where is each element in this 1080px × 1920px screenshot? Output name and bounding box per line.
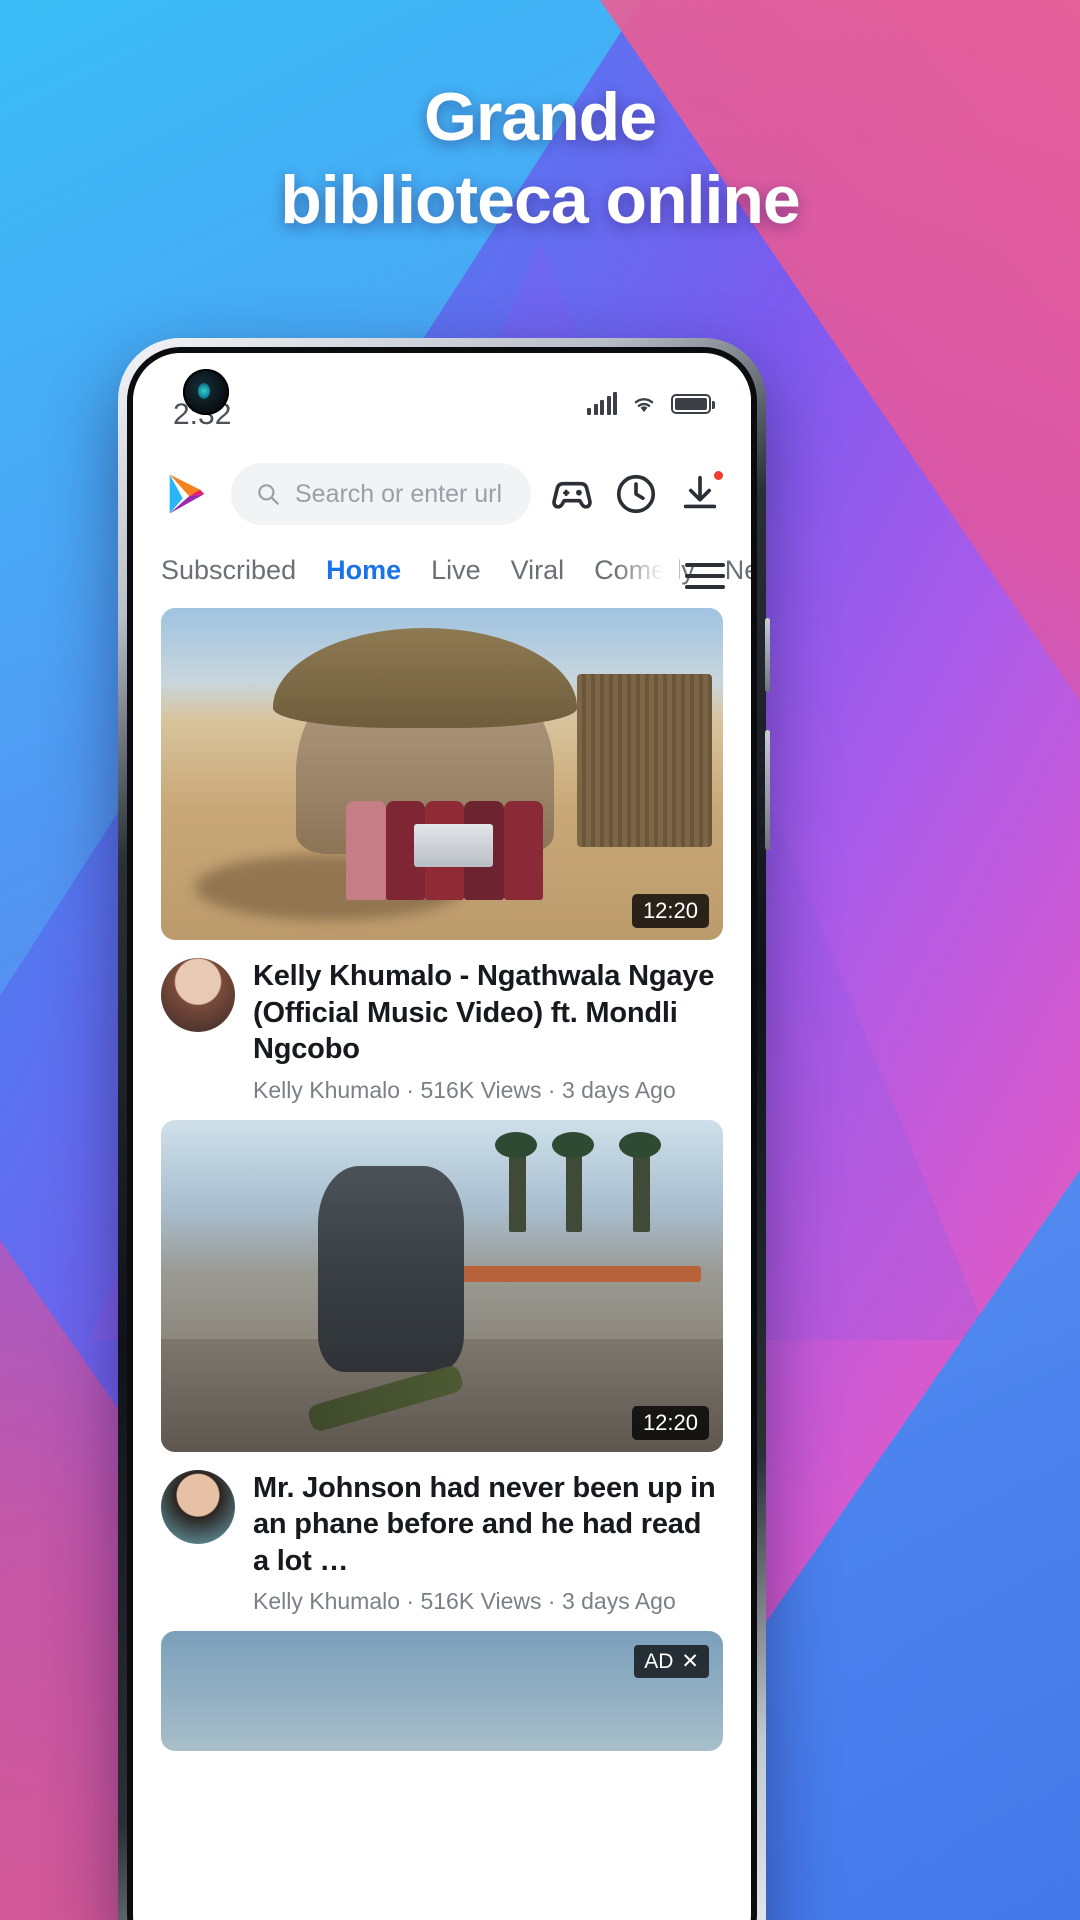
- video-feed: 12:20 Kelly Khumalo - Ngathwala Ngaye (O…: [133, 608, 751, 1752]
- video-meta: Mr. Johnson had never been up in an phan…: [161, 1452, 723, 1626]
- phone-mockup: 2:32: [118, 338, 770, 1920]
- ad-badge-text: AD: [644, 1649, 674, 1673]
- front-camera-icon: [183, 369, 229, 415]
- video-duration: 12:20: [631, 894, 709, 928]
- video-subtitle: Kelly Khumalo · 516K Views · 3 days Ago: [253, 1588, 676, 1615]
- tab-viral[interactable]: Viral: [511, 549, 565, 592]
- download-badge-dot: [712, 469, 725, 482]
- tab-live[interactable]: Live: [431, 549, 481, 592]
- video-card[interactable]: 12:20 Mr. Johnson had never been up in a…: [161, 1119, 723, 1626]
- wifi-icon: [634, 398, 654, 413]
- tab-news[interactable]: News: [725, 549, 751, 592]
- phone-bezel: 2:32: [127, 347, 757, 1920]
- video-card[interactable]: 12:20 Kelly Khumalo - Ngathwala Ngaye (O…: [161, 608, 723, 1114]
- clock-icon: [616, 474, 656, 514]
- video-subtitle: Kelly Khumalo · 516K Views · 3 days Ago: [253, 1076, 676, 1103]
- tab-home[interactable]: Home: [326, 549, 401, 592]
- video-thumbnail[interactable]: 12:20: [161, 1119, 723, 1452]
- battery-icon: [671, 394, 715, 414]
- headline-line-1: Grande: [423, 79, 657, 155]
- video-title[interactable]: Kelly Khumalo - Ngathwala Ngaye (Officia…: [253, 958, 723, 1068]
- search-input[interactable]: Search or enter url: [231, 463, 531, 525]
- tab-subscribed[interactable]: Subscribed: [161, 549, 296, 592]
- search-placeholder: Search or enter url: [295, 479, 503, 508]
- phone-volume-button: [765, 618, 770, 692]
- phone-screen: 2:32: [133, 353, 751, 1920]
- thumbnail-image-skate: [161, 1119, 723, 1452]
- category-tabs: Subscribed Home Live Viral Comedy News: [133, 543, 751, 608]
- video-thumbnail[interactable]: 12:20: [161, 608, 723, 940]
- gamepad-icon: [552, 481, 592, 509]
- video-duration: 12:20: [631, 1405, 709, 1440]
- thumbnail-image-village: [161, 608, 723, 940]
- ad-banner[interactable]: AD ✕: [161, 1631, 723, 1752]
- ad-label: AD ✕: [634, 1645, 709, 1679]
- tab-comedy[interactable]: Comedy: [594, 549, 695, 592]
- app-header: Search or enter url: [133, 449, 751, 543]
- history-button[interactable]: [613, 471, 659, 517]
- search-icon: [258, 484, 279, 505]
- video-title[interactable]: Mr. Johnson had never been up in an phan…: [253, 1470, 723, 1580]
- play-logo-icon[interactable]: [161, 468, 213, 520]
- video-meta: Kelly Khumalo - Ngathwala Ngaye (Officia…: [161, 940, 723, 1114]
- channel-avatar[interactable]: [161, 958, 235, 1032]
- games-button[interactable]: [549, 471, 595, 517]
- channel-avatar[interactable]: [161, 1469, 235, 1544]
- headline-line-2: biblioteca online: [280, 161, 801, 238]
- promo-headline: Grande biblioteca online: [0, 76, 1080, 242]
- downloads-button[interactable]: [677, 469, 725, 517]
- hamburger-menu-icon[interactable]: [685, 562, 725, 589]
- signal-bars-icon: [587, 392, 617, 415]
- status-bar: 2:32: [133, 353, 751, 449]
- phone-power-button: [765, 730, 770, 850]
- status-icons: [587, 392, 715, 415]
- close-icon[interactable]: ✕: [681, 1649, 699, 1674]
